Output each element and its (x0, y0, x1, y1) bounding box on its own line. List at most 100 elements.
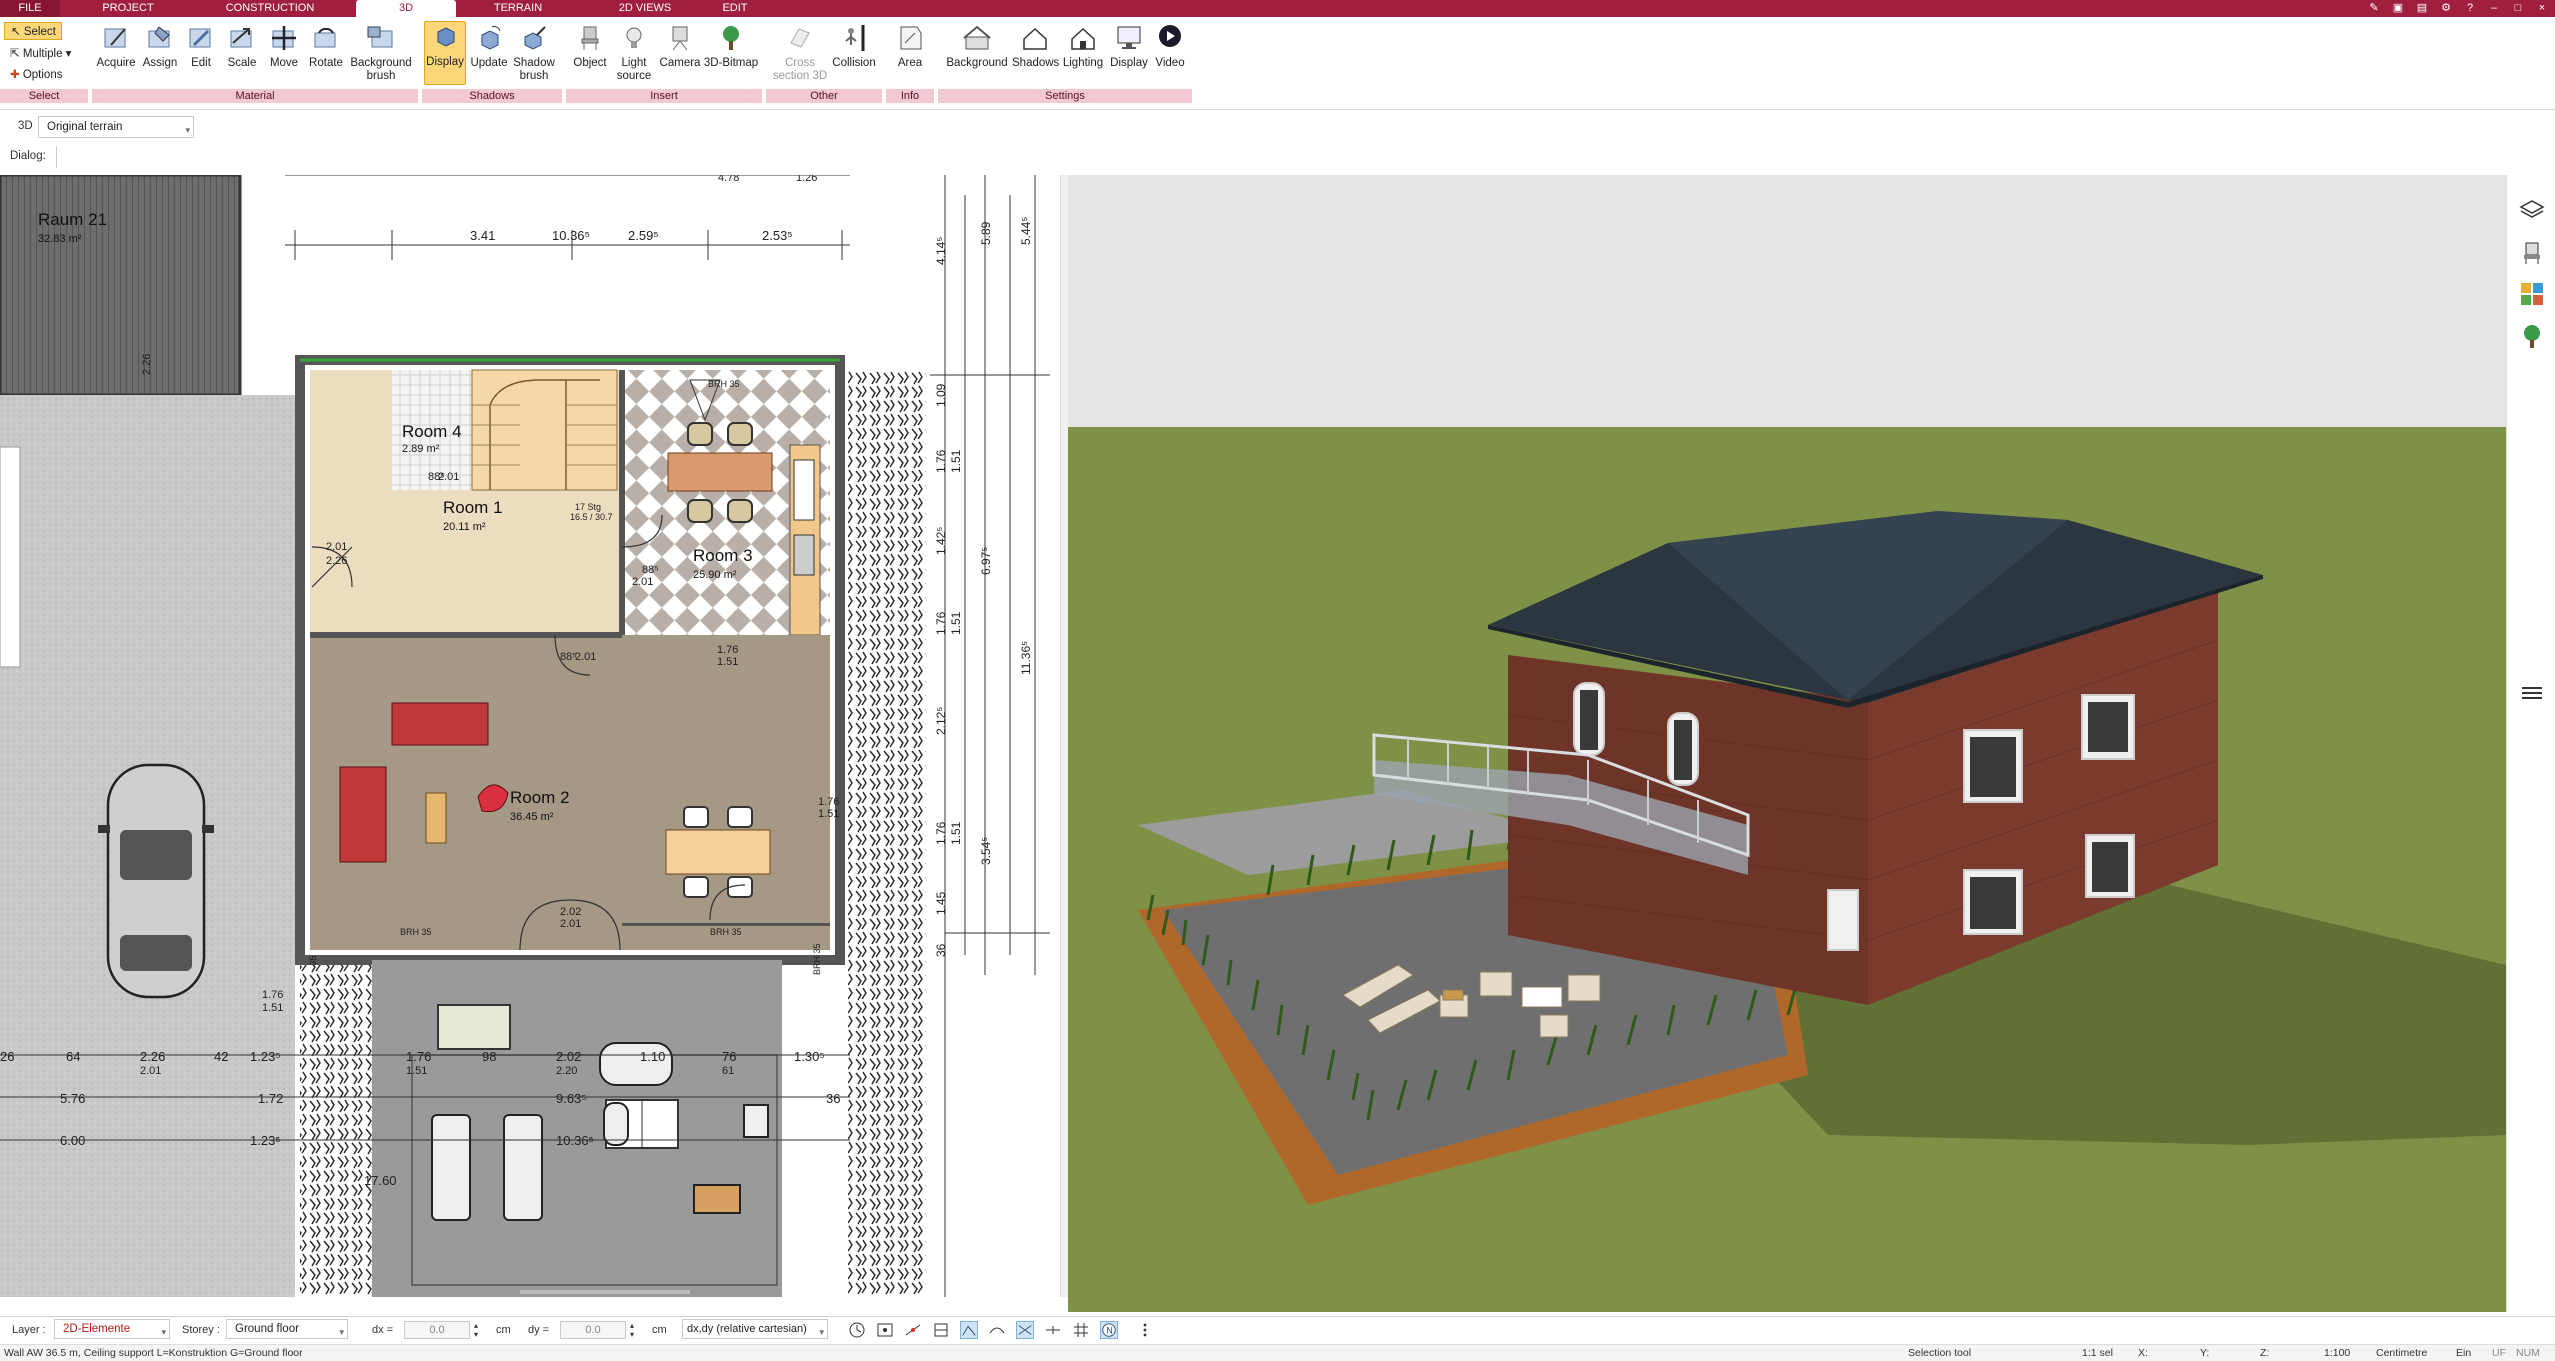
brh-3: BRH 35 (710, 927, 742, 937)
display-shadows-button[interactable]: Display (424, 21, 466, 85)
floor-plan-2d[interactable]: Raum 21 32.83 m² 2.26 17 Stg 16.5 / 30.7… (0, 175, 1068, 1297)
plants-icon[interactable] (2519, 323, 2545, 349)
tools-icon[interactable]: ✎ (2367, 1, 2381, 15)
menu-tab-edit[interactable]: EDIT (710, 0, 760, 17)
view-toolbar: 3D Original terrain ▾ (0, 114, 2555, 140)
shadow-brush-button[interactable]: Shadow brush (512, 23, 556, 83)
group-select: Select (0, 89, 90, 103)
move-button[interactable]: Move (266, 23, 302, 70)
dim-bottom-16: 5.76 (60, 1091, 85, 1106)
cross-section-3d-button[interactable]: Cross section 3D (770, 23, 830, 83)
settings-icon[interactable]: ⚙ (2439, 1, 2453, 15)
edit-material-button[interactable]: Edit (184, 23, 218, 70)
light-source-button[interactable]: Light source (612, 23, 656, 83)
bag-icon[interactable]: ▣ (2391, 1, 2405, 15)
dim-bottom-1: 26 (0, 1049, 14, 1064)
dim-right-3: 1.51 (949, 449, 963, 473)
options-button[interactable]: ✚ Options (4, 66, 62, 84)
layers-icon[interactable] (2519, 197, 2545, 223)
sofa[interactable] (391, 702, 489, 746)
snap-lines-icon[interactable] (932, 1321, 950, 1339)
snap-angle-icon[interactable] (960, 1321, 978, 1339)
view-splitter[interactable] (1060, 175, 1068, 1297)
menu-tab-construction[interactable]: CONSTRUCTION (210, 0, 330, 17)
acquire-button[interactable]: Acquire (96, 23, 136, 70)
north-arrow-icon[interactable]: N (1100, 1321, 1118, 1339)
assign-button[interactable]: Assign (140, 23, 180, 70)
snap-ortho-icon[interactable] (988, 1321, 1006, 1339)
video-button[interactable]: Video (1152, 23, 1188, 70)
dy-unit: cm (652, 1324, 667, 1336)
dim-bottom-17: 1.72 (258, 1091, 283, 1106)
right-side-panel (2506, 175, 2555, 1312)
menu-tab-2d-views[interactable]: 2D VIEWS (600, 0, 690, 17)
dx-stepper[interactable]: ▴ ▾ (474, 1321, 478, 1339)
help-icon[interactable]: ? (2463, 1, 2477, 15)
layer-select[interactable]: 2D-Elemente ▾ (54, 1319, 170, 1339)
staircase[interactable] (471, 369, 618, 491)
snap-midpoint-icon[interactable] (1044, 1321, 1062, 1339)
panel-toggle-icon[interactable] (2519, 680, 2545, 706)
camera-button[interactable]: Camera (658, 23, 702, 70)
edit-icon (189, 28, 211, 48)
multiple-button[interactable]: ⇱ Multiple ▾ (4, 45, 71, 63)
room-2-floor[interactable] (310, 635, 830, 950)
chevron-down-icon: ▾ (339, 1327, 344, 1337)
3d-bitmap-button[interactable]: 3D-Bitmap (702, 23, 760, 70)
room-2-table[interactable] (665, 829, 771, 875)
dining-table[interactable] (667, 452, 773, 492)
raum-21-area[interactable] (0, 175, 240, 395)
grid-icon[interactable] (1072, 1321, 1090, 1339)
plan-scrollbar[interactable] (520, 1290, 690, 1294)
shadows-settings-button[interactable]: Shadows (1012, 23, 1059, 70)
collision-button[interactable]: Collision (830, 23, 878, 70)
background-brush-button[interactable]: Background brush (348, 23, 414, 83)
minimize-icon[interactable]: – (2487, 1, 2501, 15)
maximize-icon[interactable]: □ (2511, 1, 2525, 15)
area-icon (900, 26, 922, 50)
snap-grid-icon[interactable] (876, 1321, 894, 1339)
rotate-button[interactable]: Rotate (306, 23, 346, 70)
dialog-label: Dialog: (10, 150, 46, 162)
coffee-table[interactable] (425, 792, 447, 844)
dy-stepper[interactable]: ▴ ▾ (630, 1321, 634, 1339)
insert-object-button[interactable]: Object (570, 23, 610, 70)
display-settings-button[interactable]: Display (1108, 23, 1150, 70)
3d-viewport[interactable] (1068, 175, 2506, 1312)
furniture-catalog-icon[interactable] (2519, 239, 2545, 265)
menu-tab-terrain[interactable]: TERRAIN (478, 0, 558, 17)
acquire-label: Acquire (96, 57, 136, 69)
close-icon[interactable]: × (2535, 1, 2549, 15)
snap-points-icon[interactable] (904, 1321, 922, 1339)
background-settings-button[interactable]: Background (944, 23, 1010, 70)
area-button[interactable]: Area (890, 23, 930, 70)
more-options-icon[interactable] (1136, 1321, 1154, 1339)
dim-bottom-21: 1.23⁵ (250, 1133, 281, 1148)
print-icon[interactable]: ▤ (2415, 1, 2429, 15)
menu-tab-3d[interactable]: 3D (356, 0, 456, 17)
lighting-settings-button[interactable]: Lighting (1060, 23, 1106, 70)
select-button[interactable]: ↖ Select (4, 22, 62, 40)
storey-select[interactable]: Ground floor ▾ (226, 1319, 348, 1339)
terrain-select[interactable]: Original terrain ▾ (38, 116, 194, 138)
stair-dims: 16.5 / 30.7 (570, 512, 613, 522)
multi-cursor-icon: ⇱ (10, 48, 23, 60)
unit-value: Centimetre (2376, 1347, 2428, 1359)
armchair[interactable] (339, 766, 387, 863)
dim-window-2: 1.51 (717, 656, 738, 668)
dim-door-8: 2.01 (575, 651, 596, 663)
dy-input[interactable]: 0.0 (560, 1321, 626, 1339)
scale-button[interactable]: Scale (224, 23, 260, 70)
menu-tab-project[interactable]: PROJECT (88, 0, 168, 17)
snap-intersect-icon[interactable] (1016, 1321, 1034, 1339)
menu-file[interactable]: FILE (0, 0, 60, 17)
dim-top-6: 1.26 (796, 175, 817, 184)
coord-mode-select[interactable]: dx,dy (relative cartesian) ▾ (682, 1319, 828, 1339)
car-symbol[interactable] (98, 763, 214, 999)
materials-palette-icon[interactable] (2519, 281, 2545, 307)
move-icon (272, 26, 296, 50)
update-shadows-button[interactable]: Update (468, 23, 510, 70)
dx-input[interactable]: 0.0 (404, 1321, 470, 1339)
clock-icon[interactable] (848, 1321, 866, 1339)
dy-label: dy = (528, 1324, 550, 1336)
